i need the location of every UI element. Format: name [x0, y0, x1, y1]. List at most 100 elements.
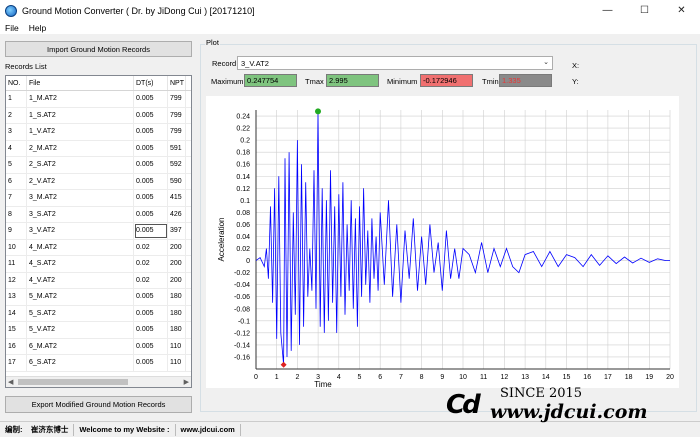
minimize-button[interactable]: — [589, 0, 626, 21]
table-row[interactable]: 5 2_S.AT2 0.005 592 [6, 157, 191, 174]
row-dt[interactable]: 0.02 [134, 256, 168, 272]
row-npt[interactable]: 590 [168, 173, 186, 189]
row-no[interactable]: 14 [6, 305, 27, 321]
row-no[interactable]: 3 [6, 124, 27, 140]
row-file[interactable]: 3_S.AT2 [27, 206, 134, 222]
row-no[interactable]: 16 [6, 338, 27, 354]
scroll-thumb[interactable] [18, 379, 128, 385]
row-no[interactable]: 2 [6, 107, 27, 123]
row-file[interactable]: 4_S.AT2 [27, 256, 134, 272]
export-records-button[interactable]: Export Modified Ground Motion Records [5, 396, 192, 413]
row-dt[interactable]: 0.005 [134, 140, 168, 156]
row-file[interactable]: 5_V.AT2 [27, 322, 134, 338]
column-header-file[interactable]: File [27, 76, 134, 90]
row-dt[interactable]: 0.005 [134, 190, 168, 206]
row-file[interactable]: 4_M.AT2 [27, 239, 134, 255]
row-file[interactable]: 1_M.AT2 [27, 91, 134, 107]
row-dt[interactable]: 0.005 [134, 206, 168, 222]
acceleration-chart[interactable]: 0 1 2 3 4 5 6 7 8 9 10 11 12 13 14 15 16 17 18 19 20 0.24 0.22… [206, 96, 679, 389]
table-row[interactable]: 1 1_M.AT2 0.005 799 [6, 91, 191, 108]
row-file[interactable]: 2_S.AT2 [27, 157, 134, 173]
close-button[interactable]: ✕ [663, 0, 700, 21]
row-file[interactable]: 1_V.AT2 [27, 124, 134, 140]
table-row[interactable]: 15 5_V.AT2 0.005 180 [6, 322, 191, 339]
row-dt[interactable]: 0.005 [134, 91, 168, 107]
row-npt[interactable]: 180 [168, 289, 186, 305]
row-no[interactable]: 13 [6, 289, 27, 305]
row-no[interactable]: 17 [6, 355, 27, 371]
menu-file[interactable]: File [0, 23, 24, 33]
record-select[interactable]: 3_V.AT2 ⌄ [237, 56, 553, 70]
row-npt[interactable]: 180 [168, 322, 186, 338]
table-row[interactable]: 6 2_V.AT2 0.005 590 [6, 173, 191, 190]
row-npt[interactable]: 200 [168, 239, 186, 255]
row-dt[interactable]: 0.02 [134, 272, 168, 288]
row-npt[interactable]: 110 [168, 338, 186, 354]
row-file[interactable]: 3_M.AT2 [27, 190, 134, 206]
row-file[interactable]: 2_M.AT2 [27, 140, 134, 156]
row-no[interactable]: 11 [6, 256, 27, 272]
row-file[interactable]: 6_S.AT2 [27, 355, 134, 371]
row-no[interactable]: 12 [6, 272, 27, 288]
row-dt[interactable]: 0.005 [134, 223, 168, 239]
scroll-left-icon[interactable]: ◀ [8, 378, 13, 386]
row-no[interactable]: 6 [6, 173, 27, 189]
row-npt[interactable]: 592 [168, 157, 186, 173]
row-dt[interactable]: 0.005 [134, 173, 168, 189]
row-no[interactable]: 10 [6, 239, 27, 255]
row-no[interactable]: 7 [6, 190, 27, 206]
row-no[interactable]: 4 [6, 140, 27, 156]
status-website[interactable]: www.jdcui.com [176, 423, 241, 436]
table-row[interactable]: 8 3_S.AT2 0.005 426 [6, 206, 191, 223]
table-row[interactable]: 4 2_M.AT2 0.005 591 [6, 140, 191, 157]
scroll-right-icon[interactable]: ▶ [184, 378, 189, 386]
horizontal-scrollbar[interactable]: ◀ ▶ [6, 376, 191, 387]
row-npt[interactable]: 397 [168, 223, 186, 239]
row-file[interactable]: 5_S.AT2 [27, 305, 134, 321]
row-dt[interactable]: 0.005 [134, 322, 168, 338]
row-file[interactable]: 4_V.AT2 [27, 272, 134, 288]
row-dt[interactable]: 0.005 [134, 107, 168, 123]
row-npt[interactable]: 426 [168, 206, 186, 222]
table-row[interactable]: 14 5_S.AT2 0.005 180 [6, 305, 191, 322]
table-row[interactable]: 9 3_V.AT2 0.005 397 [6, 223, 191, 240]
row-npt[interactable]: 415 [168, 190, 186, 206]
row-no[interactable]: 5 [6, 157, 27, 173]
row-dt[interactable]: 0.005 [134, 124, 168, 140]
row-dt[interactable]: 0.005 [134, 157, 168, 173]
row-npt[interactable]: 180 [168, 305, 186, 321]
row-no[interactable]: 9 [6, 223, 27, 239]
row-dt[interactable]: 0.005 [134, 305, 168, 321]
row-file[interactable]: 2_V.AT2 [27, 173, 134, 189]
maximize-button[interactable]: ☐ [626, 0, 663, 21]
row-npt[interactable]: 799 [168, 91, 186, 107]
row-dt[interactable]: 0.02 [134, 239, 168, 255]
table-row[interactable]: 3 1_V.AT2 0.005 799 [6, 124, 191, 141]
import-records-button[interactable]: Import Ground Motion Records [5, 41, 192, 57]
row-dt[interactable]: 0.005 [134, 338, 168, 354]
row-npt[interactable]: 110 [168, 355, 186, 371]
table-row[interactable]: 2 1_S.AT2 0.005 799 [6, 107, 191, 124]
row-no[interactable]: 15 [6, 322, 27, 338]
row-npt[interactable]: 799 [168, 124, 186, 140]
table-row[interactable]: 12 4_V.AT2 0.02 200 [6, 272, 191, 289]
row-npt[interactable]: 200 [168, 272, 186, 288]
column-header-dt[interactable]: DT(s) [134, 76, 168, 90]
row-file[interactable]: 5_M.AT2 [27, 289, 134, 305]
row-npt[interactable]: 200 [168, 256, 186, 272]
row-dt[interactable]: 0.005 [134, 289, 168, 305]
table-row[interactable]: 17 6_S.AT2 0.005 110 [6, 355, 191, 372]
table-row[interactable]: 7 3_M.AT2 0.005 415 [6, 190, 191, 207]
table-row[interactable]: 11 4_S.AT2 0.02 200 [6, 256, 191, 273]
row-dt[interactable]: 0.005 [134, 355, 168, 371]
row-file[interactable]: 1_S.AT2 [27, 107, 134, 123]
table-row[interactable]: 13 5_M.AT2 0.005 180 [6, 289, 191, 306]
column-header-npt[interactable]: NPT [168, 76, 186, 90]
row-file[interactable]: 3_V.AT2 [27, 223, 134, 239]
row-no[interactable]: 1 [6, 91, 27, 107]
row-file[interactable]: 6_M.AT2 [27, 338, 134, 354]
row-npt[interactable]: 799 [168, 107, 186, 123]
table-row[interactable]: 10 4_M.AT2 0.02 200 [6, 239, 191, 256]
column-header-no[interactable]: NO. [6, 76, 27, 90]
menu-help[interactable]: Help [24, 23, 51, 33]
